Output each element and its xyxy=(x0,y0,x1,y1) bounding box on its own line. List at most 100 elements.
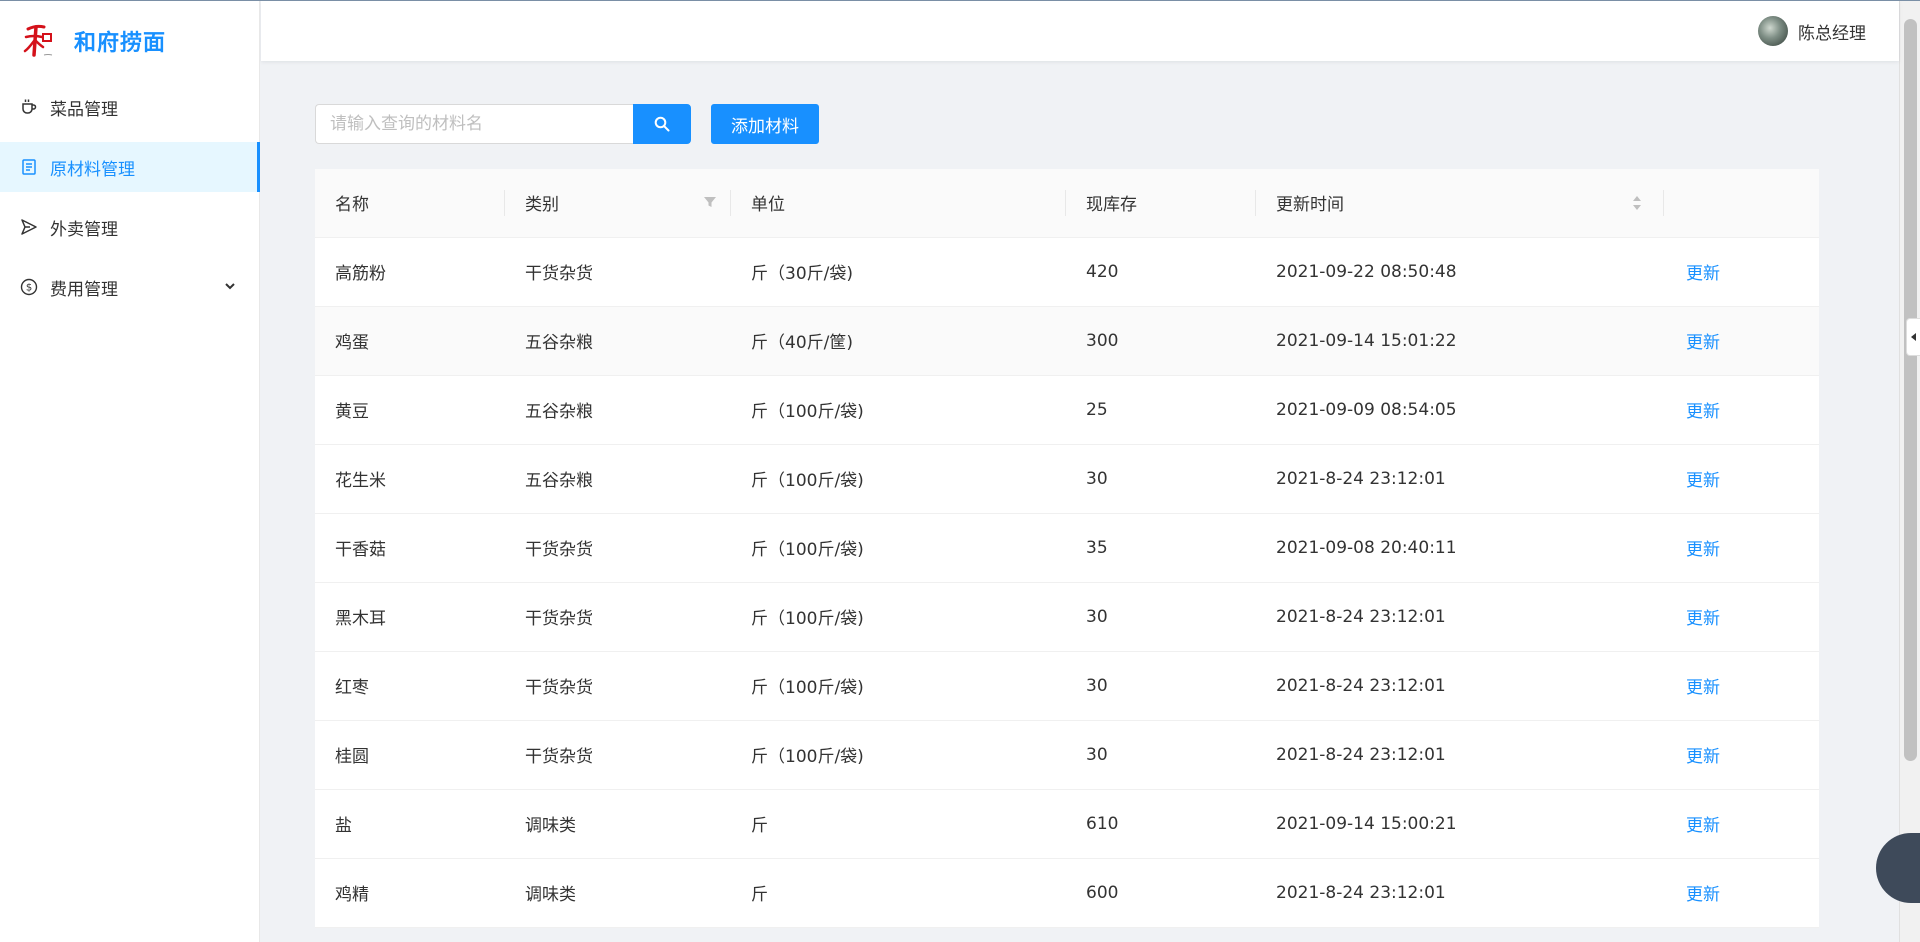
dollar-icon: $ xyxy=(20,278,38,296)
table-row: 干香菇 干货杂货 斤（100斤/袋) 35 2021-09-08 20:40:1… xyxy=(315,513,1819,583)
table-row: 红枣 干货杂货 斤（100斤/袋) 30 2021-8-24 23:12:01 … xyxy=(315,651,1819,721)
brand-logo-icon xyxy=(23,24,53,57)
cell-updated: 2021-8-24 23:12:01 xyxy=(1256,444,1664,514)
sidebar-item-expenses[interactable]: $ 费用管理 xyxy=(0,262,259,312)
table-row: 鸡蛋 五谷杂粮 斤（40斤/筐) 300 2021-09-14 15:01:22… xyxy=(315,306,1819,376)
cell-action: 更新 xyxy=(1664,306,1819,376)
side-panel-toggle[interactable] xyxy=(1906,318,1920,356)
cell-stock: 300 xyxy=(1066,306,1256,376)
search-input[interactable] xyxy=(315,104,633,144)
user-name: 陈总经理 xyxy=(1798,23,1866,44)
cell-updated: 2021-09-08 20:40:11 xyxy=(1256,513,1664,583)
sidebar-item-dishes[interactable]: 菜品管理 xyxy=(0,82,259,132)
cell-unit: 斤（100斤/袋) xyxy=(731,651,1066,721)
column-header-action xyxy=(1664,169,1819,238)
sidebar-nav: 菜品管理 原材料管理 外卖管理 $ 费用管理 xyxy=(0,82,260,312)
scrollbar-thumb[interactable] xyxy=(1904,19,1917,761)
cell-category: 调味类 xyxy=(505,858,731,928)
cell-updated: 2021-09-14 15:01:22 xyxy=(1256,306,1664,376)
user-menu[interactable]: 陈总经理 xyxy=(1758,16,1866,46)
app-title: 和府捞面 xyxy=(74,31,167,56)
update-link[interactable]: 更新 xyxy=(1686,747,1720,767)
cell-updated: 2021-09-14 15:00:21 xyxy=(1256,789,1664,859)
search-button[interactable] xyxy=(633,104,691,144)
update-link[interactable]: 更新 xyxy=(1686,816,1720,836)
cell-action: 更新 xyxy=(1664,513,1819,583)
cell-stock: 30 xyxy=(1066,444,1256,514)
cell-category: 五谷杂粮 xyxy=(505,444,731,514)
cell-unit: 斤（40斤/筐) xyxy=(731,306,1066,376)
cell-updated: 2021-09-09 08:54:05 xyxy=(1256,375,1664,445)
book-icon xyxy=(20,158,38,176)
cell-name: 干香菇 xyxy=(315,513,505,583)
cell-unit: 斤 xyxy=(731,858,1066,928)
cell-category: 干货杂货 xyxy=(505,513,731,583)
cell-stock: 610 xyxy=(1066,789,1256,859)
cell-action: 更新 xyxy=(1664,237,1819,307)
filter-icon[interactable] xyxy=(703,195,717,209)
cell-updated: 2021-8-24 23:12:01 xyxy=(1256,858,1664,928)
update-link[interactable]: 更新 xyxy=(1686,402,1720,422)
cell-name: 盐 xyxy=(315,789,505,859)
cell-updated: 2021-8-24 23:12:01 xyxy=(1256,720,1664,790)
svg-text:$: $ xyxy=(26,283,32,294)
update-link[interactable]: 更新 xyxy=(1686,264,1720,284)
toolbar: 添加材料 xyxy=(315,104,819,144)
table-row: 盐 调味类 斤 610 2021-09-14 15:00:21 更新 xyxy=(315,789,1819,859)
sidebar-item-label: 原材料管理 xyxy=(50,159,135,180)
table-row: 鸡精 调味类 斤 600 2021-8-24 23:12:01 更新 xyxy=(315,858,1819,928)
cell-category: 干货杂货 xyxy=(505,720,731,790)
main-content: 添加材料 名称 类别 单位 现库存 更新时间 xyxy=(261,61,1899,942)
logo[interactable]: 和府捞面 xyxy=(0,0,259,82)
update-link[interactable]: 更新 xyxy=(1686,333,1720,353)
cell-action: 更新 xyxy=(1664,858,1819,928)
sidebar-item-delivery[interactable]: 外卖管理 xyxy=(0,202,259,252)
update-link[interactable]: 更新 xyxy=(1686,540,1720,560)
column-header-stock: 现库存 xyxy=(1066,169,1256,238)
cell-category: 调味类 xyxy=(505,789,731,859)
cell-action: 更新 xyxy=(1664,582,1819,652)
sidebar-item-label: 菜品管理 xyxy=(50,99,118,120)
cup-icon xyxy=(20,98,38,116)
send-icon xyxy=(20,218,38,236)
cell-unit: 斤（100斤/袋) xyxy=(731,582,1066,652)
cell-name: 红枣 xyxy=(315,651,505,721)
cell-name: 花生米 xyxy=(315,444,505,514)
cell-category: 五谷杂粮 xyxy=(505,375,731,445)
sort-icon[interactable] xyxy=(1632,193,1642,213)
table-row: 黄豆 五谷杂粮 斤（100斤/袋) 25 2021-09-09 08:54:05… xyxy=(315,375,1819,445)
cell-unit: 斤（100斤/袋) xyxy=(731,720,1066,790)
cell-name: 鸡精 xyxy=(315,858,505,928)
column-header-unit: 单位 xyxy=(731,169,1066,238)
column-header-name: 名称 xyxy=(315,169,505,238)
avatar xyxy=(1758,16,1788,46)
cell-stock: 30 xyxy=(1066,582,1256,652)
cell-stock: 30 xyxy=(1066,651,1256,721)
add-material-button[interactable]: 添加材料 xyxy=(711,104,819,144)
cell-name: 桂圆 xyxy=(315,720,505,790)
cell-category: 干货杂货 xyxy=(505,237,731,307)
update-link[interactable]: 更新 xyxy=(1686,609,1720,629)
cell-category: 干货杂货 xyxy=(505,651,731,721)
cell-category: 干货杂货 xyxy=(505,582,731,652)
update-link[interactable]: 更新 xyxy=(1686,885,1720,905)
cell-unit: 斤（100斤/袋) xyxy=(731,375,1066,445)
vertical-scrollbar[interactable] xyxy=(1899,1,1920,942)
update-link[interactable]: 更新 xyxy=(1686,471,1720,491)
window-top-border xyxy=(0,0,1920,1)
cell-unit: 斤 xyxy=(731,789,1066,859)
search-icon xyxy=(654,116,670,132)
sidebar-item-materials[interactable]: 原材料管理 xyxy=(0,142,260,192)
update-link[interactable]: 更新 xyxy=(1686,678,1720,698)
column-header-updated[interactable]: 更新时间 xyxy=(1256,169,1664,238)
table-row: 黑木耳 干货杂货 斤（100斤/袋) 30 2021-8-24 23:12:01… xyxy=(315,582,1819,652)
top-header: 陈总经理 xyxy=(261,1,1899,61)
sidebar-item-label: 外卖管理 xyxy=(50,219,118,240)
caret-left-icon xyxy=(1910,333,1916,341)
cell-action: 更新 xyxy=(1664,444,1819,514)
cell-stock: 25 xyxy=(1066,375,1256,445)
sidebar-item-label: 费用管理 xyxy=(50,279,118,300)
cell-stock: 35 xyxy=(1066,513,1256,583)
cell-action: 更新 xyxy=(1664,720,1819,790)
cell-stock: 600 xyxy=(1066,858,1256,928)
